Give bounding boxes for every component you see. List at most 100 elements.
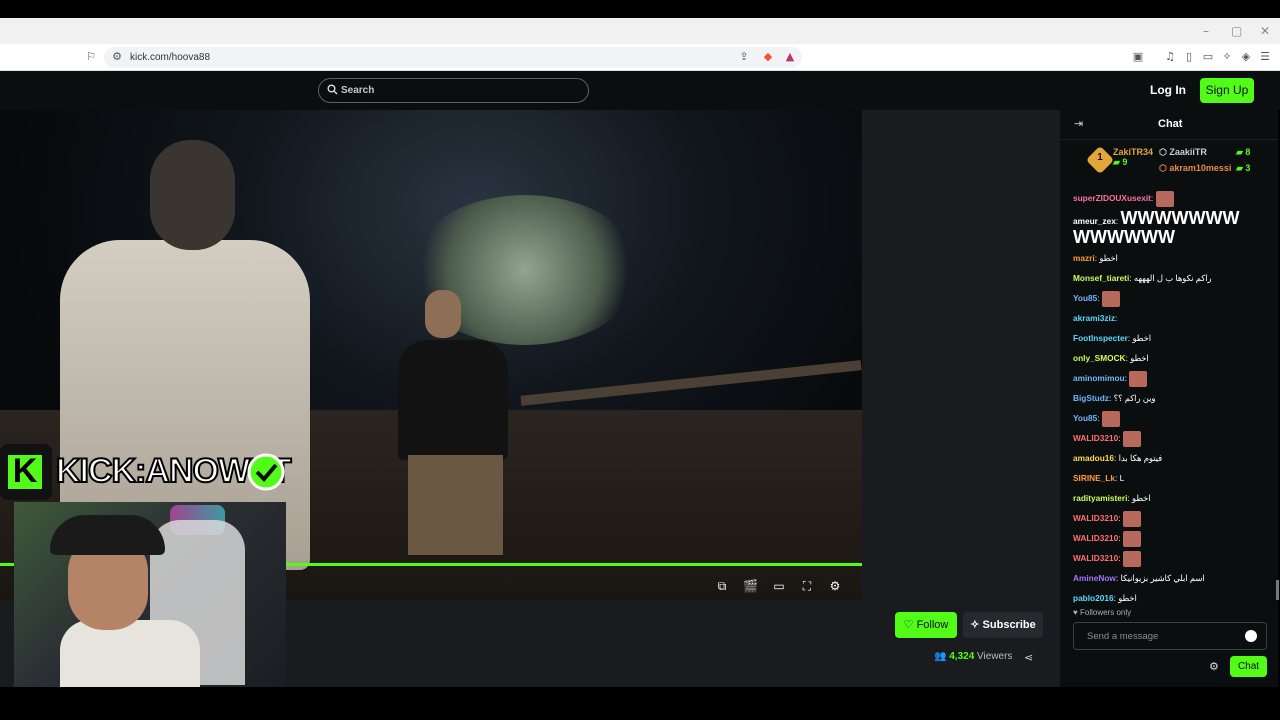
music-icon[interactable]: ♫ (1162, 50, 1178, 64)
sidebar-icon[interactable]: ▯ (1181, 50, 1197, 64)
leaderboard-first[interactable]: ZakiTR34 ▰ 9 (1113, 147, 1153, 168)
chat-send-button[interactable]: Chat (1230, 656, 1267, 677)
leaderboard-third[interactable]: ⬡ akram10messi (1159, 163, 1231, 174)
webcam-streamer-cap (50, 515, 165, 555)
wallet-icon[interactable]: ▭ (1200, 50, 1216, 64)
followers-only-notice: ♥ Followers only (1073, 608, 1132, 617)
chat-message-text: اخطو (1132, 333, 1152, 343)
chat-message-text: اسم ابلي كاشير بزيوانيكا (1120, 573, 1205, 583)
gift-count: 9 (1122, 157, 1128, 167)
viewer-count-value: 4,324 (949, 651, 975, 662)
chat-username[interactable]: ameur_zex (1073, 216, 1116, 226)
chat-username[interactable]: only_SMOCK (1073, 353, 1126, 363)
rewards-icon[interactable]: ▲ (782, 50, 798, 64)
chat-message-text: وين راكم ؟؟ (1113, 393, 1156, 403)
site-info-icon[interactable]: ⚙ (109, 50, 125, 64)
chat-separator: : (1114, 313, 1118, 323)
share-page-icon[interactable]: ⇪ (736, 50, 752, 64)
chat-message-text: اخطو (1130, 353, 1149, 363)
chat-message-list: superZIDOUXusexit: ameur_zex: WWWWWWW WW… (1073, 190, 1263, 610)
chat-emote-icon (1122, 530, 1141, 547)
webcam-streamer-body (60, 620, 200, 687)
video-scene-person-head (150, 140, 235, 250)
share-icon[interactable]: ⋖ (1024, 651, 1033, 664)
chat-emote-icon (1129, 370, 1148, 387)
url-text[interactable]: kick.com/hoova88 (130, 52, 210, 63)
chat-settings-icon[interactable]: ⚙ (1209, 660, 1219, 673)
chat-message-text: L (1119, 473, 1125, 483)
leaderboard-user: ZaakiiTR (1169, 147, 1207, 157)
rank-number: 1 (1097, 152, 1103, 163)
chat-message: AmineNow: اسم ابلي كاشير بزيوانيكا (1073, 570, 1263, 590)
chat-username[interactable]: You85 (1073, 293, 1097, 303)
reader-icon[interactable]: ▣ (1130, 50, 1146, 64)
brave-shield-icon[interactable]: ◆ (760, 50, 776, 64)
gift-count: 8 (1245, 147, 1251, 157)
chat-username[interactable]: BigStudz (1073, 393, 1109, 403)
chat-message: akrami3ziz: (1073, 310, 1263, 330)
chat-message: FootInspecter: اخطو (1073, 330, 1263, 350)
chat-username[interactable]: radityamisteri (1073, 493, 1127, 503)
pip-icon[interactable]: ⧉ (715, 579, 729, 593)
chat-username[interactable]: Monsef_tiareti (1073, 273, 1129, 283)
chat-username[interactable]: aminomimou (1073, 373, 1125, 383)
chat-message: radityamisteri: اخطو (1073, 490, 1263, 510)
settings-icon[interactable]: ⚙ (828, 579, 842, 593)
chat-username[interactable]: mazri (1073, 253, 1095, 263)
viewer-count: 👥 4,324 Viewers (934, 651, 1012, 662)
collapse-chat-icon[interactable]: ⇥ (1074, 117, 1083, 130)
video-scene-person-head (425, 290, 461, 338)
theater-mode-icon[interactable]: ▭ (772, 579, 786, 593)
viewer-count-label: Viewers (977, 651, 1013, 662)
leaderboard-second[interactable]: ⬡ ZaakiiTR (1159, 147, 1207, 158)
subscribe-label: Subscribe (982, 619, 1036, 631)
chat-username[interactable]: amadou16 (1073, 453, 1114, 463)
menu-icon[interactable]: ☰ (1257, 50, 1273, 64)
fullscreen-icon[interactable]: ⛶ (800, 579, 814, 593)
chat-message: pablo2016: اخطو (1073, 590, 1263, 610)
emoji-picker-icon[interactable] (1245, 630, 1257, 642)
chat-message: Monsef_tiareti: راكم نكوها ب ل الهههه (1073, 270, 1263, 290)
leaderboard-second-gifts: ▰ 8 (1236, 147, 1251, 157)
chat-message: only_SMOCK: اخطو (1073, 350, 1263, 370)
chat-message-text: راكم نكوها ب ل الهههه (1133, 273, 1212, 283)
clip-icon[interactable]: 🎬 (743, 579, 758, 593)
viewers-icon: 👥 (934, 651, 947, 662)
chat-username[interactable]: pablo2016 (1073, 593, 1114, 603)
chat-message: mazri: اخطو (1073, 250, 1263, 270)
close-icon[interactable]: ✕ (1260, 24, 1270, 38)
signup-button[interactable]: Sign Up (1200, 78, 1254, 103)
vpn-icon[interactable]: ◈ (1238, 50, 1254, 64)
chat-emote-icon (1122, 510, 1141, 527)
follow-button[interactable]: ♡ Follow (895, 612, 957, 638)
chat-message: WALID3210: (1073, 510, 1263, 530)
chat-message: superZIDOUXusexit: (1073, 190, 1263, 210)
followers-only-label: Followers only (1079, 608, 1132, 617)
chat-username[interactable]: akrami3ziz (1073, 313, 1115, 323)
chat-scrollbar[interactable] (1276, 580, 1279, 600)
maximize-icon[interactable]: ▢ (1231, 24, 1242, 38)
chat-username[interactable]: AmineNow (1073, 573, 1116, 583)
browser-titlebar (0, 18, 1280, 44)
chat-username[interactable]: FootInspecter (1073, 333, 1128, 343)
chat-separator: : (1150, 193, 1156, 203)
chat-message: SIRINE_Lk: L (1073, 470, 1263, 490)
chat-username[interactable]: WALID3210 (1073, 433, 1118, 443)
bottom-letterbox (0, 687, 1280, 720)
minimize-icon[interactable]: – (1203, 24, 1209, 38)
chat-username[interactable]: WALID3210 (1073, 513, 1118, 523)
chat-username[interactable]: superZIDOUXusexit (1073, 193, 1151, 203)
chat-username[interactable]: SIRINE_Lk (1073, 473, 1115, 483)
subscribe-button[interactable]: ✧ Subscribe (963, 612, 1043, 638)
chat-username[interactable]: You85 (1073, 413, 1097, 423)
bookmark-icon[interactable]: ⚐ (83, 50, 99, 64)
chat-emote-icon (1155, 190, 1174, 207)
chat-message-text: اخطو (1132, 493, 1151, 503)
follow-label: Follow (916, 619, 949, 631)
gift-count: 3 (1245, 163, 1251, 173)
login-button[interactable]: Log In (1150, 83, 1186, 97)
chat-username[interactable]: WALID3210 (1073, 533, 1118, 543)
leaderboard-user: akram10messi (1169, 163, 1232, 173)
leo-icon[interactable]: ✧ (1219, 50, 1235, 64)
chat-username[interactable]: WALID3210 (1073, 553, 1118, 563)
